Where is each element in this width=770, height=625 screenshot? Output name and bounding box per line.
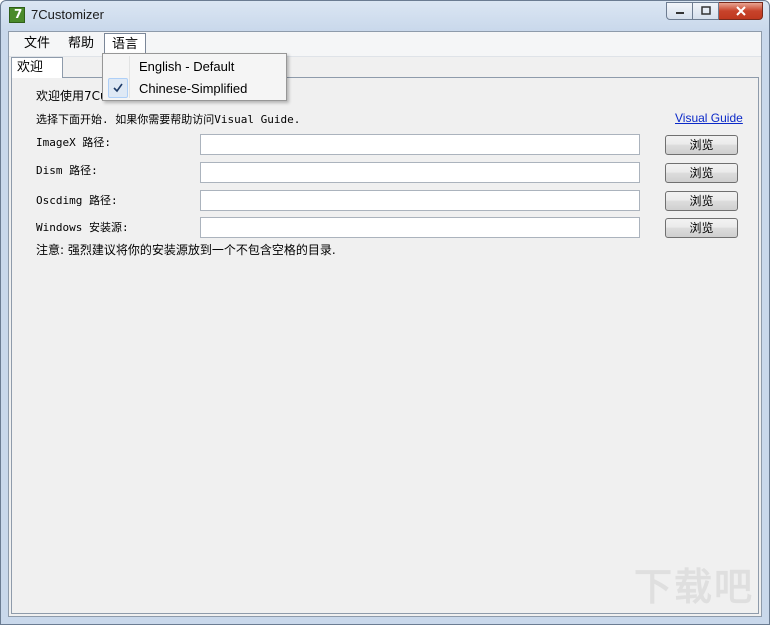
language-option-chinese[interactable]: Chinese-Simplified [105,78,284,99]
imagex-browse-button[interactable]: 浏览 [665,135,738,155]
windows-source-input[interactable] [200,217,640,238]
imagex-path-label: ImageX 路径: [36,136,111,149]
checkmark-icon [108,78,128,98]
app-window: 7 7Customizer 文件 帮助 语言 欢迎 欢迎使用7Cus 选择下面开… [0,0,770,625]
dism-browse-button[interactable]: 浏览 [665,163,738,183]
language-option-english[interactable]: English - Default [105,56,284,77]
close-icon [735,6,746,16]
client-area: 文件 帮助 语言 欢迎 欢迎使用7Cus 选择下面开始. 如果你需要帮助访问Vi… [8,31,762,617]
dism-path-label: Dism 路径: [36,164,98,177]
welcome-panel: 欢迎使用7Cus 选择下面开始. 如果你需要帮助访问Visual Guide. … [11,77,759,614]
welcome-intro: 选择下面开始. 如果你需要帮助访问Visual Guide. [36,113,301,126]
visual-guide-link[interactable]: Visual Guide [675,111,743,125]
menu-language[interactable]: 语言 [104,33,147,54]
minimize-icon [675,12,684,14]
menu-file[interactable]: 文件 [17,33,57,54]
oscdimg-path-input[interactable] [200,190,640,211]
imagex-path-input[interactable] [200,134,640,155]
install-source-note: 注意: 强烈建议将你的安装源放到一个不包含空格的目录. [36,243,336,257]
close-button[interactable] [719,2,763,20]
menu-help[interactable]: 帮助 [61,33,101,54]
watermark-logo: 下载吧 [633,565,754,609]
language-dropdown: English - Default Chinese-Simplified [102,53,287,101]
oscdimg-browse-button[interactable]: 浏览 [665,191,738,211]
app-logo-icon: 7 [9,7,25,23]
language-option-english-label: English - Default [139,59,235,74]
windows-source-browse-button[interactable]: 浏览 [665,218,738,238]
language-option-chinese-label: Chinese-Simplified [139,81,248,96]
oscdimg-path-label: Oscdimg 路径: [36,194,118,207]
tab-welcome[interactable]: 欢迎 [11,57,63,78]
title-bar[interactable]: 7 7Customizer [1,1,769,31]
minimize-button[interactable] [666,2,693,20]
window-title: 7Customizer [31,7,104,22]
maximize-icon [700,6,711,15]
window-controls [666,2,763,21]
maximize-button[interactable] [693,2,719,20]
dism-path-input[interactable] [200,162,640,183]
windows-source-label: Windows 安装源: [36,221,129,234]
